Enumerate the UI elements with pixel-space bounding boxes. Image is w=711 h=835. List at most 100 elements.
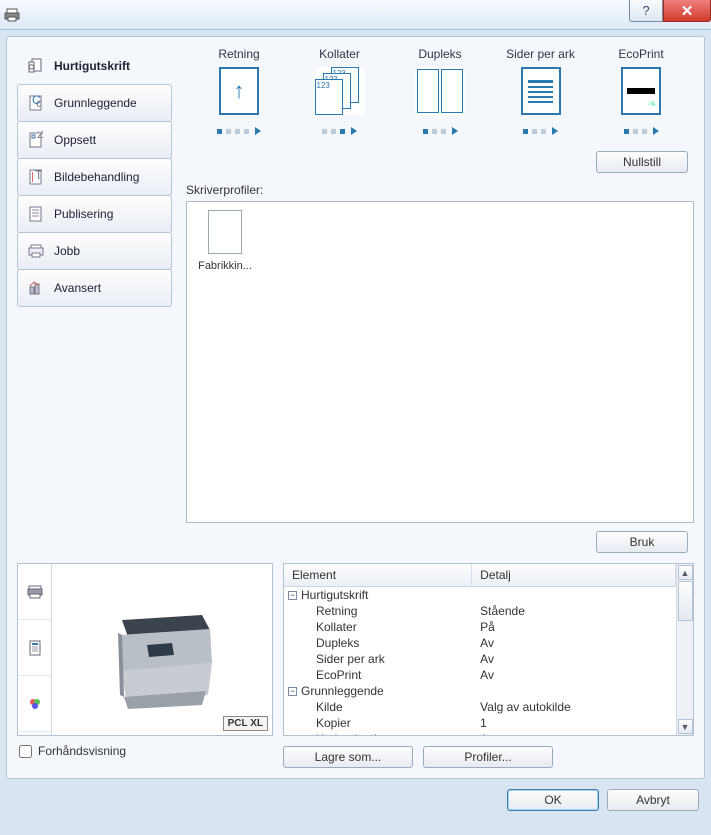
sidebar-item-hurtigutskrift[interactable]: Hurtigutskrift <box>17 47 172 85</box>
option-label: EcoPrint <box>618 47 663 61</box>
scroll-up-icon[interactable]: ▲ <box>678 565 693 580</box>
kollater-preview: 123123123 <box>315 67 365 115</box>
details-row[interactable]: Kollater På <box>284 619 676 635</box>
details-row[interactable]: Kopier 1 <box>284 715 676 731</box>
sidebar-item-label: Jobb <box>54 244 80 258</box>
profile-page-icon <box>208 210 242 254</box>
details-value: Av <box>472 668 676 682</box>
dots-indicator <box>523 127 558 135</box>
help-button[interactable]: ? <box>629 0 663 22</box>
use-profile-button[interactable]: Bruk <box>596 531 688 553</box>
details-value: Av <box>472 652 676 666</box>
dots-indicator <box>322 127 357 135</box>
option-kollater[interactable]: Kollater 123123123 <box>295 47 385 135</box>
details-value: Av <box>472 636 676 650</box>
details-group-row[interactable]: −Grunnleggende <box>284 683 676 699</box>
details-row[interactable]: Kilde Valg av autokilde <box>284 699 676 715</box>
dots-indicator <box>423 127 458 135</box>
printer-icon <box>4 7 20 23</box>
details-table: Element Detalj −HurtigutskriftRetning Stå… <box>283 563 694 736</box>
scroll-down-icon[interactable]: ▼ <box>678 719 693 734</box>
details-element-label: Kollater <box>316 620 357 634</box>
collapse-icon[interactable]: − <box>288 687 297 696</box>
details-value: På <box>472 620 676 634</box>
details-value <box>472 684 676 698</box>
preview-checkbox-row[interactable]: Forhåndsvisning <box>17 744 273 758</box>
preview-tab-printer[interactable] <box>18 564 51 620</box>
svg-text:2: 2 <box>37 131 44 141</box>
sidebar-item-label: Publisering <box>54 207 113 221</box>
imaging-icon: T <box>26 167 46 187</box>
option-ecoprint[interactable]: EcoPrint ❧ <box>596 47 686 135</box>
profile-item-label: Fabrikkin... <box>198 260 252 272</box>
quickprint-icon <box>26 56 46 76</box>
ok-button[interactable]: OK <box>507 789 599 811</box>
preview-checkbox[interactable] <box>19 745 32 758</box>
details-value: 1 <box>472 716 676 730</box>
option-retning[interactable]: Retning ↑ <box>194 47 284 135</box>
profiles-button[interactable]: Profiler... <box>423 746 553 768</box>
sidebar-item-bildebehandling[interactable]: T Bildebehandling <box>17 158 172 196</box>
details-element-label: EcoPrint <box>316 668 361 682</box>
scroll-thumb[interactable] <box>678 581 693 621</box>
dots-indicator <box>217 127 261 135</box>
details-value: Valg av autokilde <box>472 700 676 714</box>
dots-indicator <box>624 127 659 135</box>
sidebar-item-label: Bildebehandling <box>54 170 139 184</box>
sidebar-item-oppsett[interactable]: 2 Oppsett <box>17 121 172 159</box>
header-detail[interactable]: Detalj <box>472 564 676 586</box>
cancel-button[interactable]: Avbryt <box>607 789 699 811</box>
option-sider-per-ark[interactable]: Sider per ark <box>496 47 586 135</box>
details-element-label: Sider per ark <box>316 652 385 666</box>
sidebar-item-label: Oppsett <box>54 133 96 147</box>
sidebar-item-grunnleggende[interactable]: Cc Grunnleggende <box>17 84 172 122</box>
layout-icon: 2 <box>26 130 46 150</box>
details-row[interactable]: Dupleks Av <box>284 635 676 651</box>
details-element-label: Kopier <box>316 716 351 730</box>
header-element[interactable]: Element <box>284 564 472 586</box>
details-value: Stående <box>472 604 676 618</box>
details-element-label: Retning <box>316 604 357 618</box>
preview-checkbox-label: Forhåndsvisning <box>38 744 126 758</box>
option-label: Sider per ark <box>506 47 575 61</box>
details-row[interactable]: Retning Stående <box>284 603 676 619</box>
collapse-icon[interactable]: − <box>288 591 297 600</box>
sidebar-item-jobb[interactable]: Jobb <box>17 232 172 270</box>
scrollbar[interactable]: ▲ ▼ <box>676 564 693 735</box>
sidebar: Hurtigutskrift Cc Grunnleggende 2 Oppset… <box>17 47 172 553</box>
save-as-button[interactable]: Lagre som... <box>283 746 413 768</box>
reset-button[interactable]: Nullstill <box>596 151 688 173</box>
sidebar-item-label: Hurtigutskrift <box>54 59 130 73</box>
svg-text:T: T <box>35 168 43 182</box>
quickprint-content: Retning ↑ Kollater 123123123 Dup <box>172 47 694 553</box>
details-group-row[interactable]: −Hurtigutskrift <box>284 587 676 603</box>
titlebar: ? ✕ <box>0 0 711 30</box>
details-row[interactable]: EcoPrint Av <box>284 667 676 683</box>
details-row[interactable]: KarbonkopierAv <box>284 731 676 735</box>
pcl-badge: PCL XL <box>223 716 268 731</box>
preview-tab-color[interactable] <box>18 676 51 732</box>
sider-preview <box>521 67 561 115</box>
basic-icon: Cc <box>26 93 46 113</box>
profile-item-factory[interactable]: Fabrikkin... <box>195 210 255 272</box>
close-button[interactable]: ✕ <box>663 0 711 22</box>
sidebar-item-label: Grunnleggende <box>54 96 137 110</box>
preview-tab-page[interactable] <box>18 620 51 676</box>
option-label: Retning <box>218 47 259 61</box>
main-panel: Hurtigutskrift Cc Grunnleggende 2 Oppset… <box>6 36 705 779</box>
details-element-label: Grunnleggende <box>301 684 384 698</box>
details-body: −HurtigutskriftRetningStåendeKollaterPåD… <box>284 587 676 735</box>
dupleks-preview <box>415 67 465 115</box>
sidebar-item-avansert[interactable]: Avansert <box>17 269 172 307</box>
details-row[interactable]: Sider per ark Av <box>284 651 676 667</box>
sidebar-item-publisering[interactable]: Publisering <box>17 195 172 233</box>
option-dupleks[interactable]: Dupleks <box>395 47 485 135</box>
preview-box: PCL XL <box>17 563 273 736</box>
svg-text:c: c <box>36 96 42 110</box>
sidebar-item-label: Avansert <box>54 281 101 295</box>
advanced-icon <box>26 278 46 298</box>
details-element-label: Karbonkopier <box>316 732 387 735</box>
ecoprint-preview: ❧ <box>621 67 661 115</box>
details-element-label: Dupleks <box>316 636 359 650</box>
details-element-label: Kilde <box>316 700 343 714</box>
